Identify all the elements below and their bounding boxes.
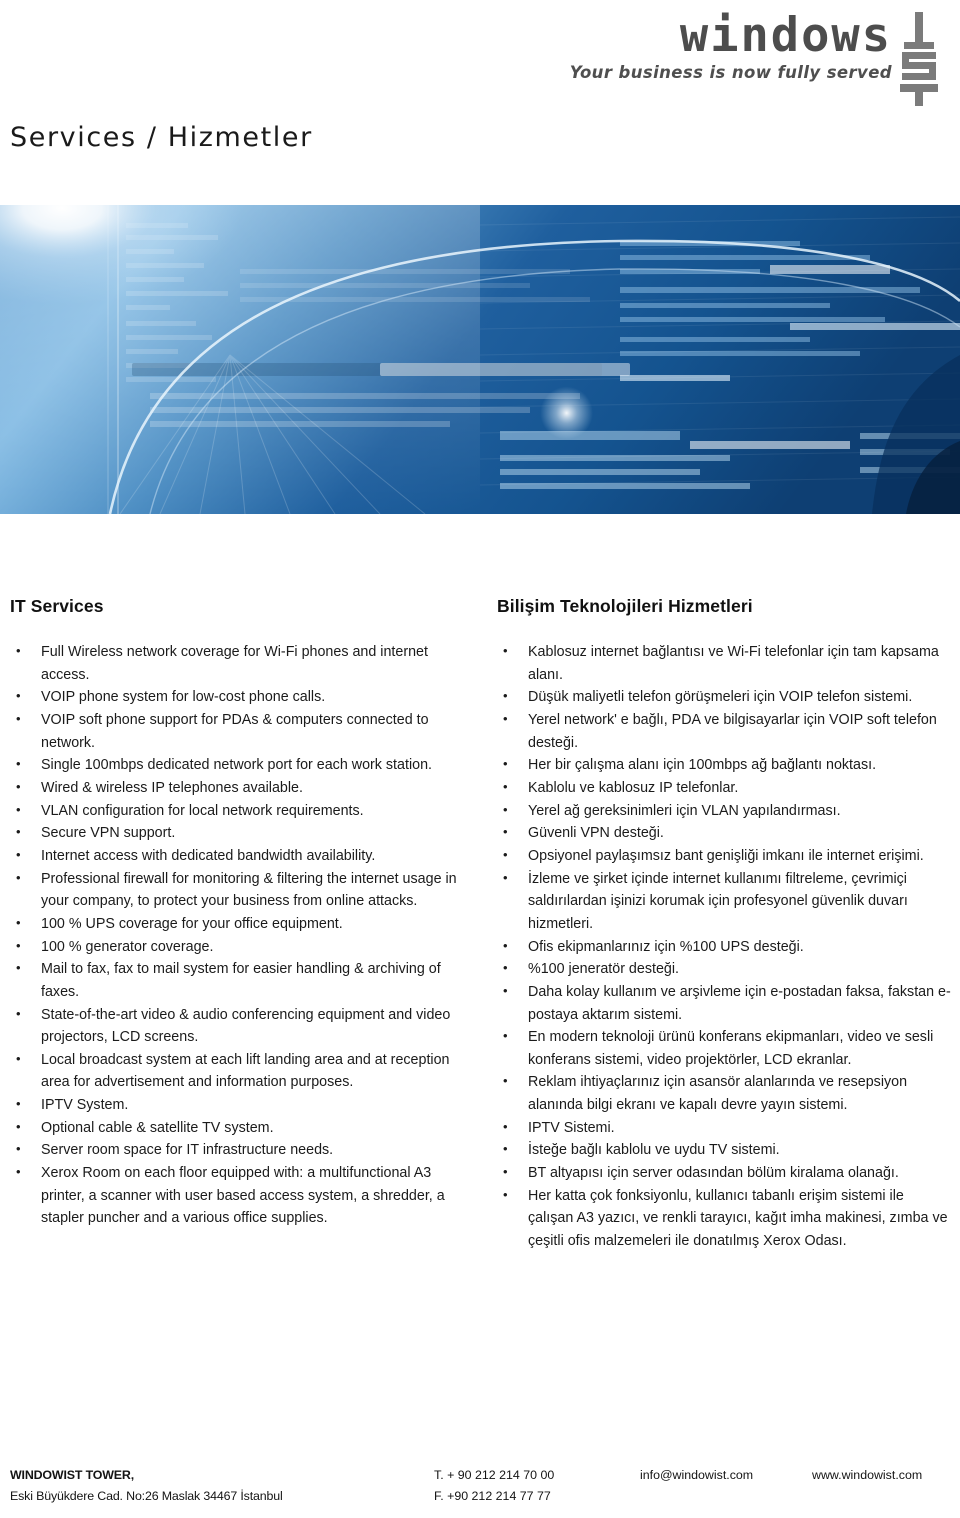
list-item: Reklam ihtiyaçlarınız için asansör alanl…: [497, 1071, 952, 1116]
list-item: VOIP soft phone support for PDAs & compu…: [10, 709, 460, 754]
logo-text-block: windows Your business is now fully serve…: [569, 8, 892, 82]
footer-website[interactable]: www.windowist.com: [812, 1468, 922, 1482]
list-item: Wired & wireless IP telephones available…: [10, 777, 460, 800]
list-item: İzleme ve şirket içinde internet kullanı…: [497, 868, 952, 936]
column-turkish: Bilişim Teknolojileri Hizmetleri Kablosu…: [497, 596, 952, 1253]
ist-monogram-icon: [896, 12, 942, 106]
turkish-heading: Bilişim Teknolojileri Hizmetleri: [497, 596, 753, 616]
list-item: Xerox Room on each floor equipped with: …: [10, 1162, 460, 1230]
list-item: Server room space for IT infrastructure …: [10, 1139, 460, 1162]
list-item: Professional firewall for monitoring & f…: [10, 868, 460, 913]
list-item: Single 100mbps dedicated network port fo…: [10, 754, 460, 777]
list-item: Yerel network' e bağlı, PDA ve bilgisaya…: [497, 709, 952, 754]
logo-tagline: Your business is now fully served: [569, 62, 892, 82]
footer-telephone: T. + 90 212 214 70 00: [434, 1468, 555, 1482]
list-item: IPTV System.: [10, 1094, 460, 1117]
footer-fax: F. +90 212 214 77 77: [434, 1489, 551, 1503]
hero-banner-image: [0, 205, 960, 514]
column-english: IT Services Full Wireless network covera…: [10, 596, 460, 1230]
footer-email[interactable]: info@windowist.com: [640, 1468, 753, 1482]
list-item: Ofis ekipmanlarınız için %100 UPS desteğ…: [497, 936, 952, 959]
page-title: Services / Hizmetler: [10, 122, 313, 153]
page-footer: WINDOWIST TOWER, Eski Büyükdere Cad. No:…: [0, 1468, 960, 1518]
list-item: Opsiyonel paylaşımsız bant genişliği imk…: [497, 845, 952, 868]
list-item: VLAN configuration for local network req…: [10, 800, 460, 823]
list-item: Yerel ağ gereksinimleri için VLAN yapıla…: [497, 800, 952, 823]
list-item: State-of-the-art video & audio conferenc…: [10, 1004, 460, 1049]
list-item: Optional cable & satellite TV system.: [10, 1117, 460, 1140]
list-item: Secure VPN support.: [10, 822, 460, 845]
list-item: Mail to fax, fax to mail system for easi…: [10, 958, 460, 1003]
list-item: Daha kolay kullanım ve arşivleme için e-…: [497, 981, 952, 1026]
list-item: VOIP phone system for low-cost phone cal…: [10, 686, 460, 709]
list-item: İsteğe bağlı kablolu ve uydu TV sistemi.: [497, 1139, 952, 1162]
footer-street-address: Eski Büyükdere Cad. No:26 Maslak 34467 İ…: [10, 1489, 283, 1503]
english-services-list: Full Wireless network coverage for Wi-Fi…: [10, 641, 460, 1230]
list-item: Full Wireless network coverage for Wi-Fi…: [10, 641, 460, 686]
logo-wordmark: windows: [679, 8, 892, 63]
list-item: %100 jeneratör desteği.: [497, 958, 952, 981]
list-item: Kablosuz internet bağlantısı ve Wi-Fi te…: [497, 641, 952, 686]
page-header: windows Your business is now fully serve…: [0, 0, 960, 106]
list-item: Güvenli VPN desteği.: [497, 822, 952, 845]
list-item: 100 % generator coverage.: [10, 936, 460, 959]
list-item: Kablolu ve kablosuz IP telefonlar.: [497, 777, 952, 800]
list-item: En modern teknoloji ürünü konferans ekip…: [497, 1026, 952, 1071]
turkish-services-list: Kablosuz internet bağlantısı ve Wi-Fi te…: [497, 641, 952, 1253]
list-item: Internet access with dedicated bandwidth…: [10, 845, 460, 868]
footer-company-name: WINDOWIST TOWER,: [10, 1468, 135, 1482]
footer-address-block: WINDOWIST TOWER, Eski Büyükdere Cad. No:…: [10, 1468, 430, 1503]
list-item: IPTV Sistemi.: [497, 1117, 952, 1140]
english-heading: IT Services: [10, 596, 104, 616]
footer-phone-block: T. + 90 212 214 70 00 F. +90 212 214 77 …: [434, 1468, 614, 1503]
list-item: Düşük maliyetli telefon görüşmeleri için…: [497, 686, 952, 709]
list-item: Her bir çalışma alanı için 100mbps ağ ba…: [497, 754, 952, 777]
list-item: Local broadcast system at each lift land…: [10, 1049, 460, 1094]
brand-logo: windows Your business is now fully serve…: [569, 8, 942, 106]
list-item: BT altyapısı için server odasından bölüm…: [497, 1162, 952, 1185]
list-item: Her katta çok fonksiyonlu, kullanıcı tab…: [497, 1185, 952, 1253]
list-item: 100 % UPS coverage for your office equip…: [10, 913, 460, 936]
